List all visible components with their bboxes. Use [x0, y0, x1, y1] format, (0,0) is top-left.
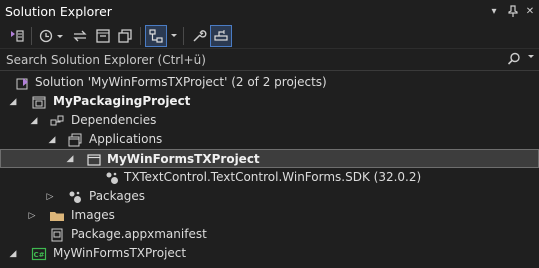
- tree-item-label: MyWinFormsTXProject: [53, 246, 187, 260]
- tree-item-images-folder[interactable]: ▷ Images: [0, 206, 539, 225]
- expand-arrow-icon[interactable]: ▷: [27, 206, 37, 225]
- chevron-down-icon: [171, 34, 177, 37]
- pending-changes-filter-button[interactable]: [36, 25, 66, 47]
- collapse-all-icon: [96, 29, 110, 43]
- search-options-dropdown[interactable]: [527, 53, 535, 64]
- tree-item-label: TXTextControl.TextControl.WinForms.SDK (…: [124, 170, 422, 184]
- properties-button[interactable]: [188, 25, 210, 47]
- tree-item-solution[interactable]: Solution 'MyWinFormsTXProject' (2 of 2 p…: [0, 73, 539, 92]
- close-icon[interactable]: ✕: [522, 3, 538, 19]
- tree-item-packages[interactable]: ▷ Packages: [0, 187, 539, 206]
- preview-selected-items-icon: [214, 30, 228, 41]
- expand-arrow-icon[interactable]: ◢: [65, 149, 75, 168]
- tree-item-label: Packages: [89, 189, 145, 203]
- tree-item-label: MyWinFormsTXProject: [107, 152, 260, 166]
- nuget-package-icon: [104, 170, 120, 186]
- packages-icon: [67, 189, 83, 205]
- toolbar-separator: [183, 27, 184, 45]
- folder-icon: [49, 208, 65, 224]
- wrench-icon: [193, 30, 207, 42]
- expand-arrow-icon[interactable]: ◢: [29, 111, 39, 130]
- title-bar: Solution Explorer ▾ ✕: [0, 0, 539, 23]
- tree-item-label: Images: [71, 208, 115, 222]
- expand-arrow-icon[interactable]: ▷: [45, 187, 55, 206]
- toolbar-separator: [140, 27, 141, 45]
- tree-item-dependencies[interactable]: ◢ Dependencies: [0, 111, 539, 130]
- solution-icon: [15, 75, 31, 91]
- tree-item-packaging-project[interactable]: ◢ MyPackagingProject: [0, 92, 539, 111]
- search-icon[interactable]: [507, 52, 521, 69]
- tree-item-nuget-package[interactable]: TXTextControl.TextControl.WinForms.SDK (…: [0, 168, 539, 187]
- packaging-project-icon: [31, 94, 47, 110]
- toolbar-separator: [31, 27, 32, 45]
- tree-item-label: Solution 'MyWinFormsTXProject' (2 of 2 p…: [35, 75, 327, 89]
- csharp-project-icon: C#: [31, 246, 47, 262]
- svg-text:C#: C#: [33, 251, 44, 259]
- tree-item-csharp-project[interactable]: ◢ C# MyWinFormsTXProject: [0, 244, 539, 263]
- tree-item-label: MyPackagingProject: [53, 94, 191, 108]
- sync-with-active-document-icon: [73, 30, 87, 42]
- sync-with-active-document-button[interactable]: [69, 25, 91, 47]
- tree-item-appxmanifest[interactable]: Package.appxmanifest: [0, 225, 539, 244]
- tree-item-applications[interactable]: ◢ Applications: [0, 130, 539, 149]
- manifest-icon: [49, 227, 65, 243]
- expand-arrow-icon[interactable]: ◢: [8, 92, 18, 111]
- show-hierarchy-icon: [149, 29, 163, 43]
- expand-arrow-icon[interactable]: ◢: [8, 244, 18, 263]
- window-title: Solution Explorer: [5, 4, 112, 19]
- hierarchy-dropdown-button[interactable]: [168, 25, 180, 47]
- window-app-icon: [86, 152, 102, 168]
- show-hierarchy-button[interactable]: [145, 25, 167, 47]
- pin-icon[interactable]: [505, 3, 521, 19]
- dependencies-icon: [49, 113, 65, 129]
- toolbar: [0, 23, 539, 48]
- search-input[interactable]: [0, 49, 480, 70]
- preview-selected-items-button[interactable]: [210, 25, 232, 47]
- window-dropdown-icon[interactable]: ▾: [486, 3, 502, 19]
- applications-icon: [67, 132, 83, 148]
- chevron-down-icon: [528, 55, 534, 58]
- tree-item-label: Applications: [89, 132, 163, 146]
- switch-views-button[interactable]: [6, 25, 28, 47]
- tree-item-label: Dependencies: [71, 113, 157, 127]
- tree-item-label: Package.appxmanifest: [71, 227, 207, 241]
- show-all-files-button[interactable]: [114, 25, 136, 47]
- tree-item-winforms-application[interactable]: ◢ MyWinFormsTXProject: [0, 149, 539, 168]
- collapse-all-button[interactable]: [92, 25, 114, 47]
- switch-views-icon: [11, 30, 24, 42]
- pending-changes-filter-icon: [39, 29, 63, 43]
- show-all-files-icon: [118, 29, 132, 43]
- expand-arrow-icon[interactable]: ◢: [47, 130, 57, 149]
- search-bar: [0, 48, 539, 71]
